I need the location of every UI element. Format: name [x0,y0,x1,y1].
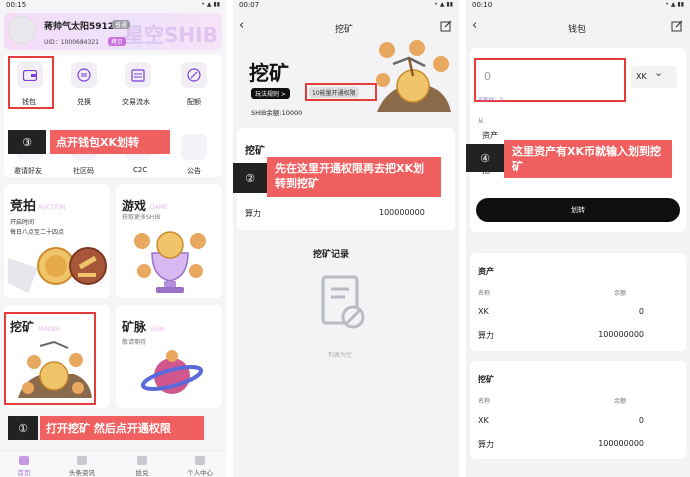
from-asset[interactable]: 资产 [482,130,498,141]
menu-quota-label[interactable]: 配额 [187,97,201,107]
menu-invite-label[interactable]: 邀请好友 [14,166,42,176]
highlight-open-permission [305,83,377,101]
menu-transactions-label[interactable]: 交易流水 [122,97,150,107]
quota-icon[interactable] [181,62,207,88]
username: 蒋帅气太阳5912 [44,22,115,32]
screen-wallet: 00:10 • ▲ ▮▮ ‹ 钱包 0 XK ⌄ 可用XK：0 从 资产 挖 ④… [466,0,690,477]
step1-callout: 打开挖矿 然后点开通权限 [40,416,204,440]
status-time: 00:07 [239,1,260,9]
game-sub: 获取更多SHIB [122,214,161,221]
stage: 00:15 • ▲ ▮▮ 星空SHIB 蒋帅气太阳5912 普通 UID：100… [0,0,690,477]
asset-col-name: 名称 [478,290,491,297]
rules-button[interactable]: 玩法规则 > [251,88,290,99]
available-balance: 可用XK：0 [478,97,503,103]
mining-row-xk-name: XK [478,416,489,425]
mining-col-name: 名称 [478,398,491,405]
hero-illustration [376,40,451,112]
status-bar: 00:10 • ▲ ▮▮ [466,0,690,12]
home-icon[interactable] [19,456,29,465]
copy-uid-button[interactable]: 拷贝 [108,37,127,46]
transactions-icon[interactable] [125,62,151,88]
power-value: 100000000 [379,208,425,217]
step2-callout: 先在这里开通权限再去把XK划转到挖矿 [267,157,441,197]
menu-exchange-label[interactable]: 兑换 [77,97,91,107]
asset-row-power-name: 算力 [478,331,494,340]
mining-card-title: 挖矿 [245,146,265,157]
screen-home: 00:15 • ▲ ▮▮ 星空SHIB 蒋帅气太阳5912 普通 UID：100… [0,0,226,477]
asset-col-balance: 余额 [614,290,627,297]
status-icons: • ▲ ▮▮ [665,1,684,8]
chevron-down-icon: ⌄ [654,66,664,79]
tab-exchange[interactable]: 拢兑 [122,467,162,477]
avatar[interactable] [8,16,36,44]
menu-c2c-label[interactable]: C2C [133,166,147,174]
asset-row-power-value: 100000000 [598,330,644,339]
tab-home[interactable]: 首页 [4,467,44,477]
exchange-tab-icon[interactable] [137,456,147,465]
news-icon[interactable] [77,456,87,465]
asset-row-xk-name: XK [478,307,489,316]
status-icons: • ▲ ▮▮ [201,1,220,8]
step3-badge: ③ [8,130,46,154]
exchange-icon[interactable] [71,62,97,88]
mining-col-balance: 余额 [614,398,627,405]
step2-badge: ② [233,163,267,193]
shib-balance: SHIB余额:10000 [251,109,303,117]
step3-callout: 点开钱包XK划转 [50,130,170,154]
status-time: 00:15 [6,1,27,9]
hero-title: 挖矿 [249,61,289,85]
auction-line2: 每日八点至二十四点 [10,229,65,236]
status-bar: 00:15 • ▲ ▮▮ [0,0,226,12]
tab-profile[interactable]: 个人中心 [180,467,220,477]
planet-illustration [140,350,204,394]
announcement-icon[interactable] [181,134,207,160]
mining-row-xk-value: 0 [638,416,644,425]
asset-row-xk-value: 0 [638,307,644,316]
trophy-illustration [134,231,206,293]
vein-sub: 敬请期待 [122,339,147,346]
auction-title: 竞拍 [10,199,37,214]
status-bar: 00:07 • ▲ ▮▮ [233,0,459,12]
mining-row-power-name: 算力 [478,440,494,449]
vein-watermark: VEIN [150,326,165,333]
transfer-button[interactable]: 划转 [476,198,680,222]
from-label: 从 [478,118,485,125]
edit-icon[interactable] [671,20,683,32]
highlight-mining [4,312,96,405]
auction-illustration [8,247,107,293]
screen-mining: 00:07 • ▲ ▮▮ ‹ 挖矿 挖矿 玩法规则 > 10能量开通权限 SHI… [233,0,459,477]
uid-text: UID：1000684321 [44,39,99,46]
page-title: 挖矿 [335,25,354,35]
step1-badge: ① [8,416,38,440]
back-icon[interactable]: ‹ [239,18,244,33]
edit-icon[interactable] [440,20,452,32]
auction-line1: 开启时间 [10,219,35,226]
power-label: 算力 [245,209,261,218]
back-icon[interactable]: ‹ [472,18,477,33]
empty-list-icon [321,275,365,329]
record-title: 挖矿记录 [313,250,350,260]
menu-announcement-label[interactable]: 公告 [187,166,201,176]
menu-community-label[interactable]: 社区码 [73,166,94,176]
vein-title: 矿脉 [122,320,147,334]
game-watermark: GAME [150,204,168,211]
asset-card-title: 资产 [478,267,494,276]
mining-row-power-value: 100000000 [598,439,644,448]
empty-text: 列表为空 [328,352,353,359]
auction-watermark: AUCTION [38,204,66,211]
step4-callout: 这里资产有XK币就输入划到挖矿 [504,140,672,178]
page-title: 钱包 [568,25,587,35]
member-badge: 普通 [112,20,131,29]
status-time: 00:10 [472,1,493,9]
mining-card-title: 挖矿 [478,375,494,384]
banner-watermark: 星空SHIB [124,23,218,47]
profile-icon[interactable] [195,456,205,465]
status-icons: • ▲ ▮▮ [434,1,453,8]
currency-value: XK [636,72,647,81]
tab-news[interactable]: 头条资讯 [62,467,102,477]
step4-badge: ④ [466,144,504,172]
highlight-wallet [8,56,54,109]
